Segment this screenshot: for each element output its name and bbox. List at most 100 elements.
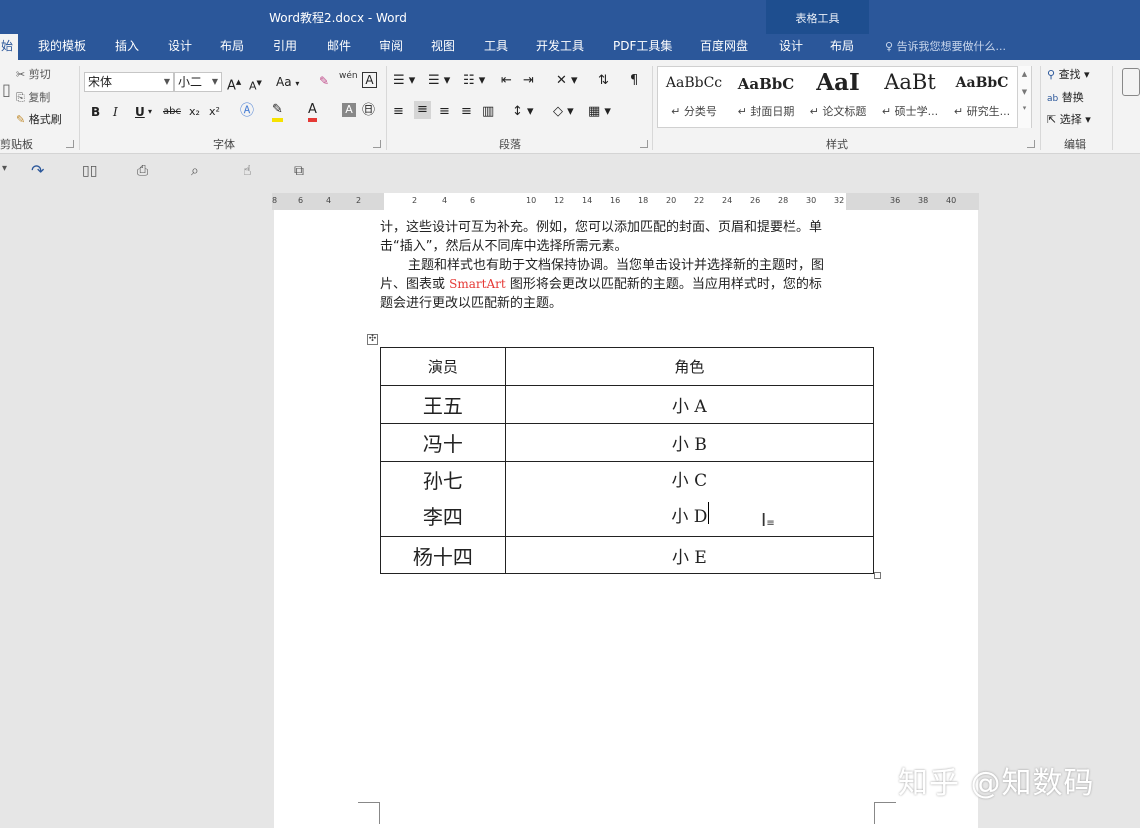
font-size-combo[interactable]: 小二 ▼ [174,72,222,92]
char-shading-icon[interactable]: A [342,103,356,117]
bold-button[interactable]: B [91,103,100,121]
actor-cell[interactable]: 孙七 李四 [380,461,506,537]
char-border-button[interactable]: A [362,72,377,88]
font-launcher[interactable] [373,140,381,148]
actor-cell[interactable]: 杨十四 [380,536,506,574]
tell-me-search[interactable]: ♀ 告诉我您想要做什么... [885,38,1006,54]
styles-launcher[interactable] [1027,140,1035,148]
tab-developer[interactable]: 开发工具 [536,34,584,60]
show-marks-icon[interactable]: ¶ [630,72,638,90]
style-item[interactable]: AaBbC ↵ 研究生... [946,67,1018,127]
scroll-up-icon[interactable]: ▲ [1018,70,1031,78]
tab-design[interactable]: 设计 [168,34,192,60]
sort-icon[interactable]: ⇅ [598,72,609,90]
underline-button[interactable]: U [135,103,145,121]
header-actor[interactable]: 演员 [380,347,506,386]
copy-button[interactable]: ⎘ 复制 [16,89,50,105]
decrease-indent-icon[interactable]: ⇤ [501,72,512,90]
actor-cell[interactable]: 冯十 [380,423,506,462]
borders-icon[interactable]: ▦ ▾ [588,103,611,121]
distributed-icon[interactable]: ▥ [482,103,494,121]
divider [79,66,80,150]
tab-pdf-tools[interactable]: PDF工具集 [613,34,672,60]
horizontal-ruler[interactable]: 8 6 4 2 2 4 6 10 12 14 16 18 20 22 24 26 28 30 32 36 38 40 [272,193,979,210]
tab-references[interactable]: 引用 [273,34,297,60]
ruler-tick-label: 4 [442,196,448,205]
chinese-layout-icon[interactable]: ✕ ▾ [556,72,578,90]
align-left-icon[interactable]: ≡ [393,103,404,121]
styles-gallery-scroll[interactable]: ▲ ▼ ▾ [1017,66,1031,128]
table-move-handle[interactable]: ✣ [367,334,378,345]
tab-table-design[interactable]: 设计 [779,34,803,60]
font-color-icon[interactable]: A [308,102,317,122]
print-preview-icon[interactable]: ⌕ [191,163,199,179]
role-cell[interactable]: 小 B [504,423,875,462]
style-item[interactable]: AaBbC ↵ 封面日期 [730,67,802,127]
subscript-button[interactable]: x₂ [189,103,200,121]
paste-icon[interactable]: ▯ [2,82,11,98]
actor-cell[interactable]: 王五 [380,385,506,424]
find-button[interactable]: ⚲ 查找 ▾ [1047,66,1090,82]
clipboard-launcher[interactable] [66,140,74,148]
actor-role-table[interactable]: 演员 角色 王五 小 A 冯十 小 B 孙七 李四 小 C 小 D 杨十四 小 … [380,347,875,574]
superscript-button[interactable]: x² [209,103,220,121]
scroll-down-icon[interactable]: ▼ [1018,88,1031,96]
tab-review[interactable]: 审阅 [379,34,403,60]
role-cell[interactable]: 小 E [504,536,875,574]
redo-icon[interactable]: ↷ [31,161,44,180]
role-cell[interactable]: 小 A [504,385,875,424]
style-item[interactable]: AaI ↵ 论文标题 [802,67,874,127]
tab-baidu-netdisk[interactable]: 百度网盘 [700,34,748,60]
touch-mode-icon[interactable]: ☝ [243,163,252,179]
more-styles-icon[interactable]: ▾ [1018,104,1031,112]
justify-icon[interactable]: ≡ [461,103,472,121]
change-case-button[interactable]: Aa ▾ [276,73,299,93]
tab-view[interactable]: 视图 [431,34,455,60]
highlight-icon[interactable]: ✎ [272,102,283,122]
font-name-combo[interactable]: 宋体 ▼ [84,72,174,92]
tab-insert[interactable]: 插入 [115,34,139,60]
header-role[interactable]: 角色 [504,347,875,386]
cut-button[interactable]: ✂ 剪切 [16,66,51,82]
grow-font-button[interactable]: A▲ [227,73,241,95]
tab-table-layout[interactable]: 布局 [830,34,854,60]
customize-icon[interactable]: ⧉ [294,163,304,179]
tab-mailings[interactable]: 邮件 [327,34,351,60]
read-mode-icon[interactable]: ▯▯ [82,163,97,179]
tab-my-templates[interactable]: 我的模板 [38,34,86,60]
paragraph-launcher[interactable] [640,140,648,148]
pinyin-guide-button[interactable]: wén [339,67,358,85]
multilevel-list-icon[interactable]: ☷ ▾ [463,72,485,90]
chevron-down-icon[interactable]: ▾ [2,163,7,174]
strikethrough-button[interactable]: abc [163,103,181,121]
role-cell[interactable]: 小 C 小 D [504,461,875,537]
find-label: 查找 [1058,68,1081,81]
text-effects-icon[interactable]: Ⓐ [240,102,254,120]
numbering-icon[interactable]: ☰ ▾ [428,72,450,90]
document-page[interactable]: 计，这些设计可互为补充。例如，您可以添加匹配的封面、页眉和提要栏。单 击“插入”… [274,210,978,828]
style-item[interactable]: AaBt ↵ 硕士学... [874,67,946,127]
replace-button[interactable]: ab 替换 [1047,89,1084,105]
align-right-icon[interactable]: ≡ [439,103,450,121]
shading-icon[interactable]: ◇ ▾ [553,103,574,121]
tab-home[interactable]: 始 [0,34,18,60]
enclose-char-icon[interactable]: ㊐ [362,102,375,120]
italic-button[interactable]: I [113,103,118,121]
increase-indent-icon[interactable]: ⇥ [523,72,534,90]
tab-tools[interactable]: 工具 [484,34,508,60]
underline-dropdown-icon[interactable]: ▾ [148,103,152,121]
select-button[interactable]: ⇱ 选择 ▾ [1047,111,1091,127]
body-text-run: 图形将会更改以匹配新的主题。当应用样式时，您的标 [505,277,822,292]
print-icon[interactable]: ⎙ [137,163,148,179]
line-spacing-icon[interactable]: ↕ ▾ [512,103,534,121]
full-screen-icon[interactable] [1122,68,1140,96]
bullets-icon[interactable]: ☰ ▾ [393,72,415,90]
ruler-tick-label: 38 [918,196,929,205]
style-item[interactable]: AaBbCc ↵ 分类号 [658,67,730,127]
table-resize-handle[interactable] [874,572,881,579]
tab-layout[interactable]: 布局 [220,34,244,60]
clear-format-icon[interactable]: ✎ [319,72,329,90]
format-painter-button[interactable]: ✎ 格式刷 [16,111,62,127]
shrink-font-button[interactable]: A▼ [249,74,262,96]
align-center-icon[interactable]: ≡ [414,101,431,119]
